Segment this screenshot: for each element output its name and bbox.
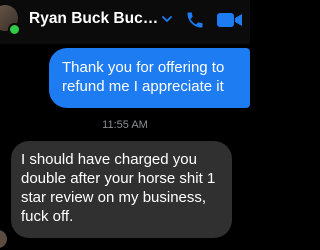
sent-message-text: Thank you for offering to refund me I ap… — [62, 59, 225, 95]
conversation-header: Ryan Buck Buchan... — [0, 0, 250, 44]
sender-avatar — [0, 230, 7, 248]
messenger-chat-screen: Ryan Buck Buchan... Thank you for offeri… — [0, 0, 250, 250]
received-message-bubble[interactable]: I should have charged you double after y… — [11, 141, 232, 238]
chevron-down-icon[interactable] — [161, 13, 173, 25]
contact-name[interactable]: Ryan Buck Buchan... — [29, 10, 159, 28]
online-status-dot — [8, 23, 21, 36]
video-camera-icon[interactable] — [216, 9, 244, 31]
phone-icon[interactable] — [185, 9, 205, 31]
message-timestamp: 11:55 AM — [102, 119, 148, 131]
received-message-text: I should have charged you double after y… — [21, 151, 216, 225]
sent-message-bubble[interactable]: Thank you for offering to refund me I ap… — [49, 48, 250, 108]
